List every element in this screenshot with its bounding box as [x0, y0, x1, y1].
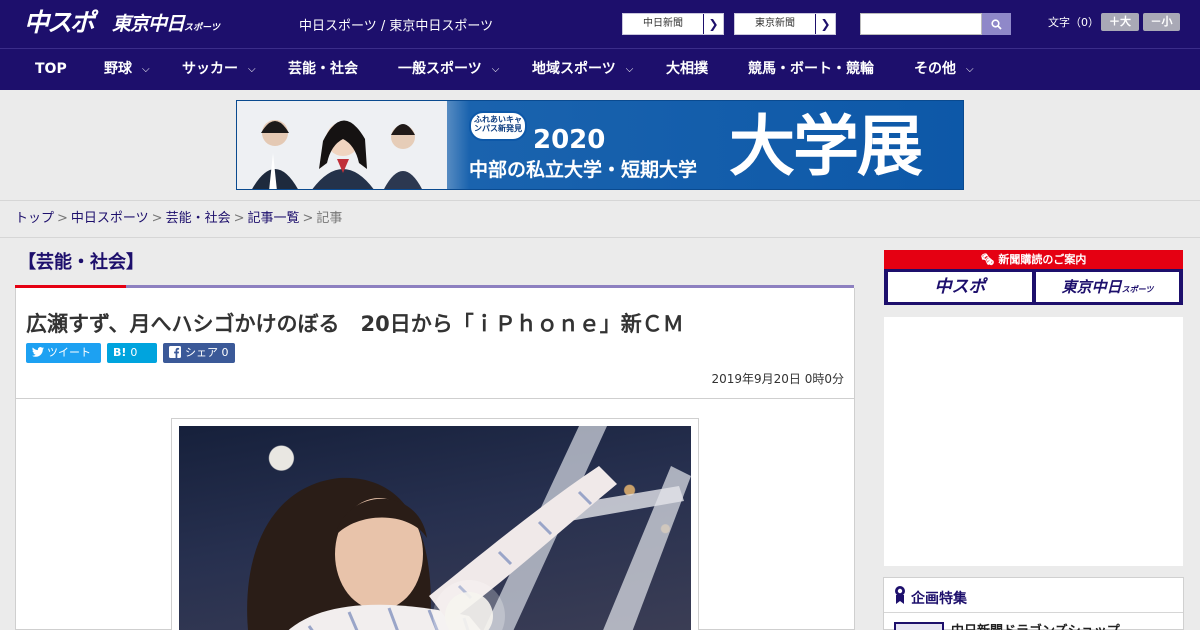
nav-label: 一般スポーツ — [398, 61, 482, 77]
subscription-title: 新聞購読のご案内 — [998, 253, 1087, 266]
chevron-right-icon: ❯ — [815, 14, 835, 34]
search-input[interactable] — [860, 13, 982, 35]
chevron-down-icon: ⌵ — [966, 64, 974, 75]
chevron-down-icon: ⌵ — [248, 64, 256, 75]
nav-label: 地域スポーツ — [532, 61, 616, 77]
chevron-right-icon: ❯ — [703, 14, 723, 34]
facebook-count: 0 — [221, 346, 229, 359]
nav-item-other[interactable]: その他 ⌵ — [914, 49, 974, 90]
chevron-down-icon: ⌵ — [491, 64, 500, 75]
hatena-bookmark-button[interactable]: B! 0 — [107, 343, 157, 363]
article-photo[interactable] — [179, 426, 691, 630]
article-headline: 広瀬すず、月へハシゴかけのぼる 20日から「ｉＰｈｏｎｅ」新ＣＭ — [26, 312, 684, 336]
chunichi-shimbun-label: 中日新聞 — [643, 18, 683, 29]
tweet-button[interactable]: ツイート — [26, 343, 101, 363]
nav-label: 大相撲 — [666, 61, 708, 77]
hatena-count: 0 — [130, 346, 138, 359]
font-size-increase-button[interactable]: ＋大 — [1101, 13, 1139, 31]
facebook-label: シェア — [185, 346, 218, 359]
nav-item-sumo[interactable]: 大相撲 — [666, 49, 708, 90]
chuspo-logo[interactable]: 中スポ — [24, 7, 104, 39]
nav-item-baseball[interactable]: 野球 ⌵ — [104, 49, 150, 90]
hatena-icon: B! — [113, 346, 127, 359]
banner-headline: 大学展 — [729, 108, 923, 185]
facebook-share-button[interactable]: シェア 0 — [163, 343, 235, 363]
tweet-label: ツイート — [47, 346, 91, 359]
nav-label: TOP — [35, 61, 67, 77]
sidebar-ad-slot — [884, 317, 1183, 566]
breadcrumb-link-chunichi-sports[interactable]: 中日スポーツ — [71, 211, 149, 226]
nav-label: 野球 — [104, 61, 132, 77]
tokyo-logo-small: スポーツ — [184, 23, 220, 33]
tokyo-logo-text: 東京中日 — [112, 13, 185, 35]
nav-item-soccer[interactable]: サッカー ⌵ — [182, 49, 256, 90]
ribbon-icon — [895, 586, 905, 604]
facebook-icon — [169, 346, 181, 358]
tokyo-shimbun-label: 東京新聞 — [755, 18, 795, 29]
banner-area: ふれあいキャンパス新発見 2020 中部の私立大学・短期大学 大学展 — [0, 90, 1200, 200]
search-button[interactable] — [982, 13, 1011, 35]
twitter-icon — [32, 347, 44, 357]
banner-year: 2020 — [533, 125, 606, 155]
nav-item-top[interactable]: TOP — [35, 49, 67, 90]
university-expo-banner[interactable]: ふれあいキャンパス新発見 2020 中部の私立大学・短期大学 大学展 — [236, 100, 964, 190]
nav-label: 芸能・社会 — [288, 61, 358, 77]
nav-label: 競馬・ボート・競輪 — [748, 61, 874, 77]
article-category: 【芸能・社会】 — [18, 252, 144, 273]
subscription-header: 🗞 新聞購読のご案内 — [884, 250, 1183, 269]
article-date: 2019年9月20日 0時0分 — [711, 372, 844, 386]
nav-item-racing[interactable]: 競馬・ボート・競輪 — [748, 49, 874, 90]
subscribe-tokyo-link[interactable]: 東京中日スポーツ — [1036, 272, 1179, 302]
nav-label: その他 — [914, 61, 956, 77]
main-nav: TOP 野球 ⌵ サッカー ⌵ 芸能・社会 一般スポーツ ⌵ 地域スポーツ ⌵ 大相撲 … — [0, 48, 1200, 90]
subscribe-chuspo-link[interactable]: 中スポ — [888, 272, 1032, 302]
tokyo-chunichi-logo[interactable]: 東京中日スポーツ — [112, 10, 220, 38]
nav-item-entertainment[interactable]: 芸能・社会 — [288, 49, 358, 90]
photo-image — [247, 426, 691, 630]
nav-item-local-sports[interactable]: 地域スポーツ ⌵ — [532, 49, 633, 90]
subscribe-tokyo-small: スポーツ — [1121, 285, 1154, 294]
breadcrumb: トップ > 中日スポーツ > 芸能・社会 > 記事一覧 > 記事 — [0, 200, 1200, 238]
tokyo-shimbun-link[interactable]: 東京新聞 ❯ — [734, 13, 836, 35]
top-header: 中スポ 東京中日スポーツ 中日スポーツ / 東京中日スポーツ 中日新聞 ❯ 東京… — [0, 0, 1200, 48]
nav-item-general-sports[interactable]: 一般スポーツ ⌵ — [398, 49, 499, 90]
special-item-dragons-shop[interactable]: 中日新聞ドラゴンズショップ — [951, 620, 1120, 630]
chevron-down-icon: ⌵ — [142, 64, 150, 75]
site-links[interactable]: 中日スポーツ / 東京中日スポーツ — [299, 15, 493, 34]
article-photo-frame — [171, 418, 699, 630]
breadcrumb-separator: > — [302, 211, 314, 226]
newspaper-icon: 🗞 — [980, 253, 995, 266]
special-feature-box: 企画特集 中日新聞ドラゴンズショップ — [883, 577, 1184, 630]
breadcrumb-separator: > — [151, 211, 163, 226]
special-feature-header: 企画特集 — [884, 578, 1183, 613]
breadcrumb-link-entertainment[interactable]: 芸能・社会 — [166, 211, 231, 226]
breadcrumb-separator: > — [57, 211, 68, 226]
chevron-down-icon: ⌵ — [625, 64, 634, 75]
subscribe-tokyo-text: 東京中日 — [1061, 278, 1122, 296]
article-divider — [16, 398, 854, 399]
breadcrumb-link-top[interactable]: トップ — [15, 211, 54, 226]
search-icon — [991, 18, 1002, 30]
dragons-shop-thumbnail[interactable] — [894, 622, 944, 630]
breadcrumb-current: 記事 — [316, 211, 343, 226]
subscription-box: 🗞 新聞購読のご案内 中スポ 東京中日スポーツ — [884, 250, 1183, 305]
banner-subtitle: 中部の私立大学・短期大学 — [469, 159, 698, 181]
students-illustration — [237, 101, 447, 189]
font-size-label: 文字（0） — [1048, 16, 1099, 29]
font-size-decrease-button[interactable]: －小 — [1143, 13, 1180, 31]
nav-label: サッカー — [182, 61, 238, 77]
article-container: 広瀬すず、月へハシゴかけのぼる 20日から「ｉＰｈｏｎｅ」新ＣＭ ツイート B!… — [15, 288, 855, 630]
breadcrumb-link-article-list[interactable]: 記事一覧 — [248, 211, 300, 226]
campus-badge: ふれあいキャンパス新発見 — [469, 111, 527, 141]
special-feature-title: 企画特集 — [911, 591, 967, 607]
breadcrumb-separator: > — [233, 211, 245, 226]
chunichi-shimbun-link[interactable]: 中日新聞 ❯ — [622, 13, 724, 35]
